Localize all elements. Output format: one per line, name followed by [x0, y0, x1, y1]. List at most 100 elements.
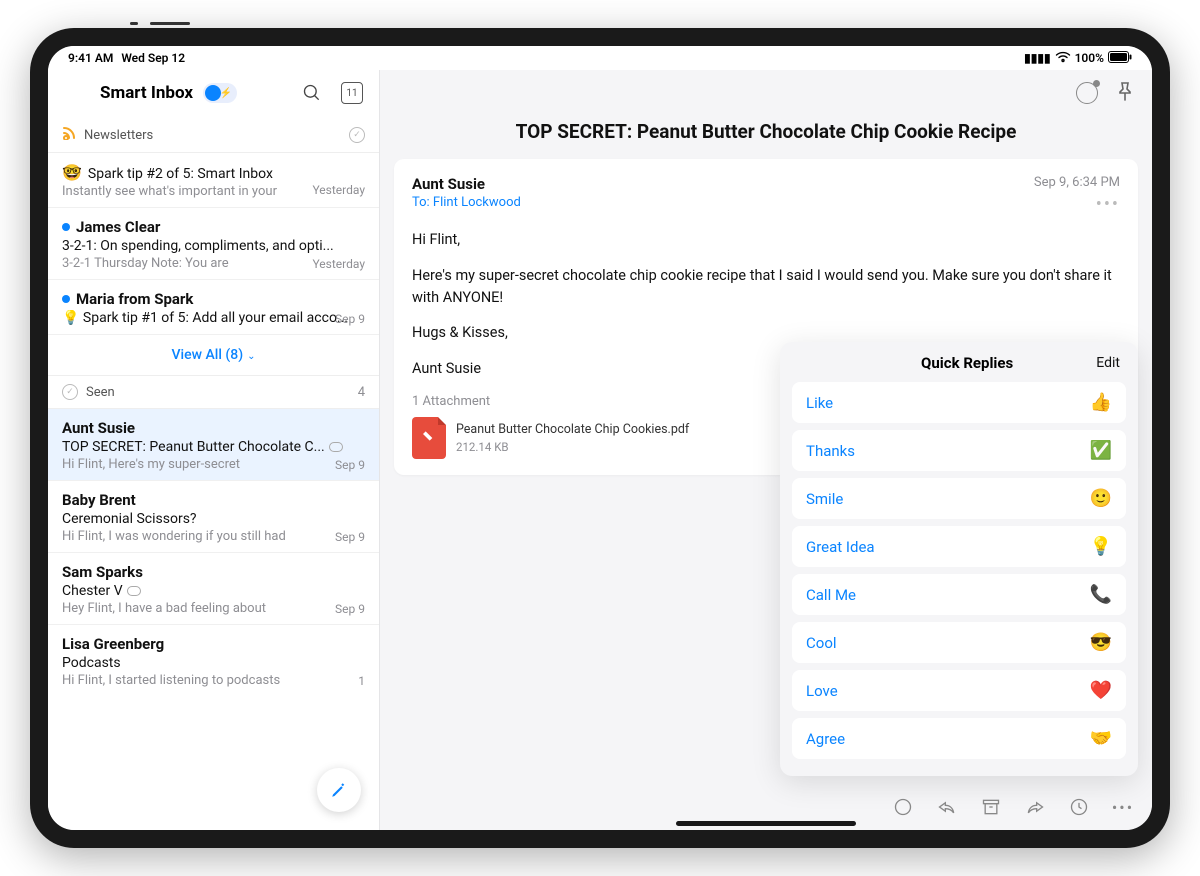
- view-all-button[interactable]: View All (8)⌄: [48, 335, 379, 376]
- wifi-icon: [1055, 51, 1071, 66]
- email-signoff: Hugs & Kisses,: [412, 322, 1120, 344]
- email-greeting: Hi Flint,: [412, 229, 1120, 251]
- section-label: Seen: [86, 385, 115, 400]
- quick-reply-label: Smile: [806, 490, 843, 508]
- quick-reply-item[interactable]: Cool😎: [792, 622, 1126, 663]
- sidebar: Smart Inbox ⚡ 11 Newsletters ✓: [48, 70, 380, 830]
- message-subject: Spark tip #2 of 5: Smart Inbox: [88, 166, 273, 182]
- message-subject: 3-2-1: On spending, compliments, and opt…: [62, 238, 365, 254]
- cellular-icon: ▮▮▮▮: [1024, 51, 1050, 65]
- email-more-button[interactable]: •••: [1034, 194, 1120, 215]
- unread-dot-icon: [62, 295, 70, 303]
- smart-inbox-toggle[interactable]: ⚡: [203, 83, 237, 103]
- quick-reply-item[interactable]: Agree🤝: [792, 718, 1126, 759]
- quick-reply-emoji: 👍: [1090, 392, 1112, 413]
- message-item[interactable]: James Clear 3-2-1: On spending, complime…: [48, 208, 379, 280]
- archive-button[interactable]: [980, 796, 1002, 818]
- message-date: Sep 9: [335, 312, 365, 326]
- email-paragraph: Here's my super-secret chocolate chip co…: [412, 265, 1120, 309]
- status-time: 9:41 AM: [68, 51, 113, 65]
- message-emoji: 🤓: [62, 163, 82, 182]
- quick-reply-emoji: 😎: [1090, 632, 1112, 653]
- email-timestamp: Sep 9, 6:34 PM: [1034, 175, 1120, 190]
- chevron-down-icon: ⌄: [247, 351, 255, 362]
- message-sender: James Clear: [76, 218, 160, 236]
- calendar-button[interactable]: 11: [337, 78, 367, 108]
- quick-reply-item[interactable]: Smile 🙂: [792, 478, 1126, 519]
- quick-reply-label: Great Idea: [806, 538, 875, 556]
- quick-reply-emoji: ❤️: [1090, 680, 1112, 701]
- quick-reply-label: Love: [806, 682, 838, 700]
- quick-reply-label: Thanks: [806, 442, 855, 460]
- more-actions-button[interactable]: •••: [1112, 796, 1134, 818]
- check-circle-icon: ✓: [62, 384, 78, 400]
- quick-reply-item[interactable]: Great Idea💡: [792, 526, 1126, 567]
- message-item[interactable]: Maria from Spark 💡 Spark tip #1 of 5: Ad…: [48, 280, 379, 335]
- section-newsletters[interactable]: Newsletters ✓: [48, 118, 379, 153]
- quick-reply-emoji: 🤝: [1090, 728, 1112, 749]
- unread-dot-icon: [62, 223, 70, 231]
- quick-replies-edit-button[interactable]: Edit: [1096, 355, 1120, 371]
- message-date: Yesterday: [312, 183, 365, 197]
- message-sender: Maria from Spark: [76, 290, 193, 308]
- quick-reply-item[interactable]: Thanks✅: [792, 430, 1126, 471]
- attachment-icon: [127, 586, 141, 596]
- sidebar-header: Smart Inbox ⚡ 11: [48, 70, 379, 118]
- reply-button[interactable]: [936, 796, 958, 818]
- quick-reply-emoji: 📞: [1090, 584, 1112, 605]
- message-sender: Baby Brent: [62, 491, 365, 509]
- content-pane: TOP SECRET: Peanut Butter Chocolate Chip…: [380, 70, 1152, 830]
- message-date: Sep 9: [335, 602, 365, 616]
- message-preview: Hi Flint, Here's my super-secret: [62, 457, 365, 472]
- pencil-icon: [330, 781, 348, 799]
- search-button[interactable]: [297, 78, 327, 108]
- home-indicator[interactable]: [676, 821, 856, 826]
- message-date: Yesterday: [312, 257, 365, 271]
- profile-button[interactable]: [1076, 82, 1098, 104]
- battery-percent: 100%: [1075, 51, 1104, 65]
- snooze-button[interactable]: [1068, 796, 1090, 818]
- message-subject: Ceremonial Scissors?: [62, 511, 365, 527]
- menu-button[interactable]: [60, 78, 90, 108]
- email-to[interactable]: To: Flint Lockwood: [412, 195, 521, 210]
- message-date: Sep 9: [335, 530, 365, 544]
- message-item[interactable]: Baby Brent Ceremonial Scissors? Hi Flint…: [48, 481, 379, 553]
- message-preview: Hey Flint, I have a bad feeling about: [62, 601, 365, 616]
- content-toolbar: [380, 70, 1152, 116]
- attachment-size: 212.14 KB: [456, 440, 689, 454]
- quick-replies-panel: Quick Replies Edit Like👍Thanks✅Smile🙂Gre…: [780, 342, 1138, 776]
- message-subject: Podcasts: [62, 655, 365, 671]
- pin-button[interactable]: [1116, 81, 1134, 106]
- app-container: Smart Inbox ⚡ 11 Newsletters ✓: [48, 70, 1152, 830]
- email-from: Aunt Susie: [412, 175, 521, 193]
- quick-reply-item[interactable]: Like👍: [792, 382, 1126, 423]
- section-seen[interactable]: ✓ Seen 4: [48, 376, 379, 409]
- check-circle-icon[interactable]: ✓: [349, 127, 365, 143]
- attachment-name: Peanut Butter Chocolate Chip Cookies.pdf: [456, 422, 689, 438]
- quick-reply-item[interactable]: Call Me 📞: [792, 574, 1126, 615]
- message-preview: Hi Flint, I was wondering if you still h…: [62, 529, 365, 544]
- message-sender: Lisa Greenberg: [62, 635, 365, 653]
- message-preview: Hi Flint, I started listening to podcast…: [62, 673, 365, 688]
- message-subject: TOP SECRET: Peanut Butter Chocolate C...: [62, 439, 365, 455]
- rss-icon: [62, 126, 76, 144]
- message-item[interactable]: Sam Sparks Chester V Hey Flint, I have a…: [48, 553, 379, 625]
- message-date: Sep 9: [335, 458, 365, 472]
- compose-button[interactable]: [317, 768, 361, 812]
- quick-reply-emoji: 🙂: [1090, 488, 1112, 509]
- message-subject: Chester V: [62, 583, 365, 599]
- mark-read-button[interactable]: [892, 796, 914, 818]
- quick-reply-item[interactable]: Love ❤️: [792, 670, 1126, 711]
- ipad-frame: 9:41 AM Wed Sep 12 ▮▮▮▮ 100% Smart Inbox: [30, 28, 1170, 848]
- forward-button[interactable]: [1024, 796, 1046, 818]
- message-sender: Aunt Susie: [62, 419, 365, 437]
- message-item-selected[interactable]: Aunt Susie TOP SECRET: Peanut Butter Cho…: [48, 409, 379, 481]
- message-item[interactable]: Lisa Greenberg Podcasts Hi Flint, I star…: [48, 625, 379, 696]
- email-action-toolbar: •••: [892, 796, 1134, 818]
- quick-reply-label: Call Me: [806, 586, 856, 604]
- attachment-icon: [329, 442, 343, 452]
- section-count: 4: [358, 385, 365, 400]
- battery-icon: [1108, 51, 1132, 66]
- message-item[interactable]: 🤓 Spark tip #2 of 5: Smart Inbox Instant…: [48, 153, 379, 208]
- sidebar-title: Smart Inbox: [100, 83, 193, 103]
